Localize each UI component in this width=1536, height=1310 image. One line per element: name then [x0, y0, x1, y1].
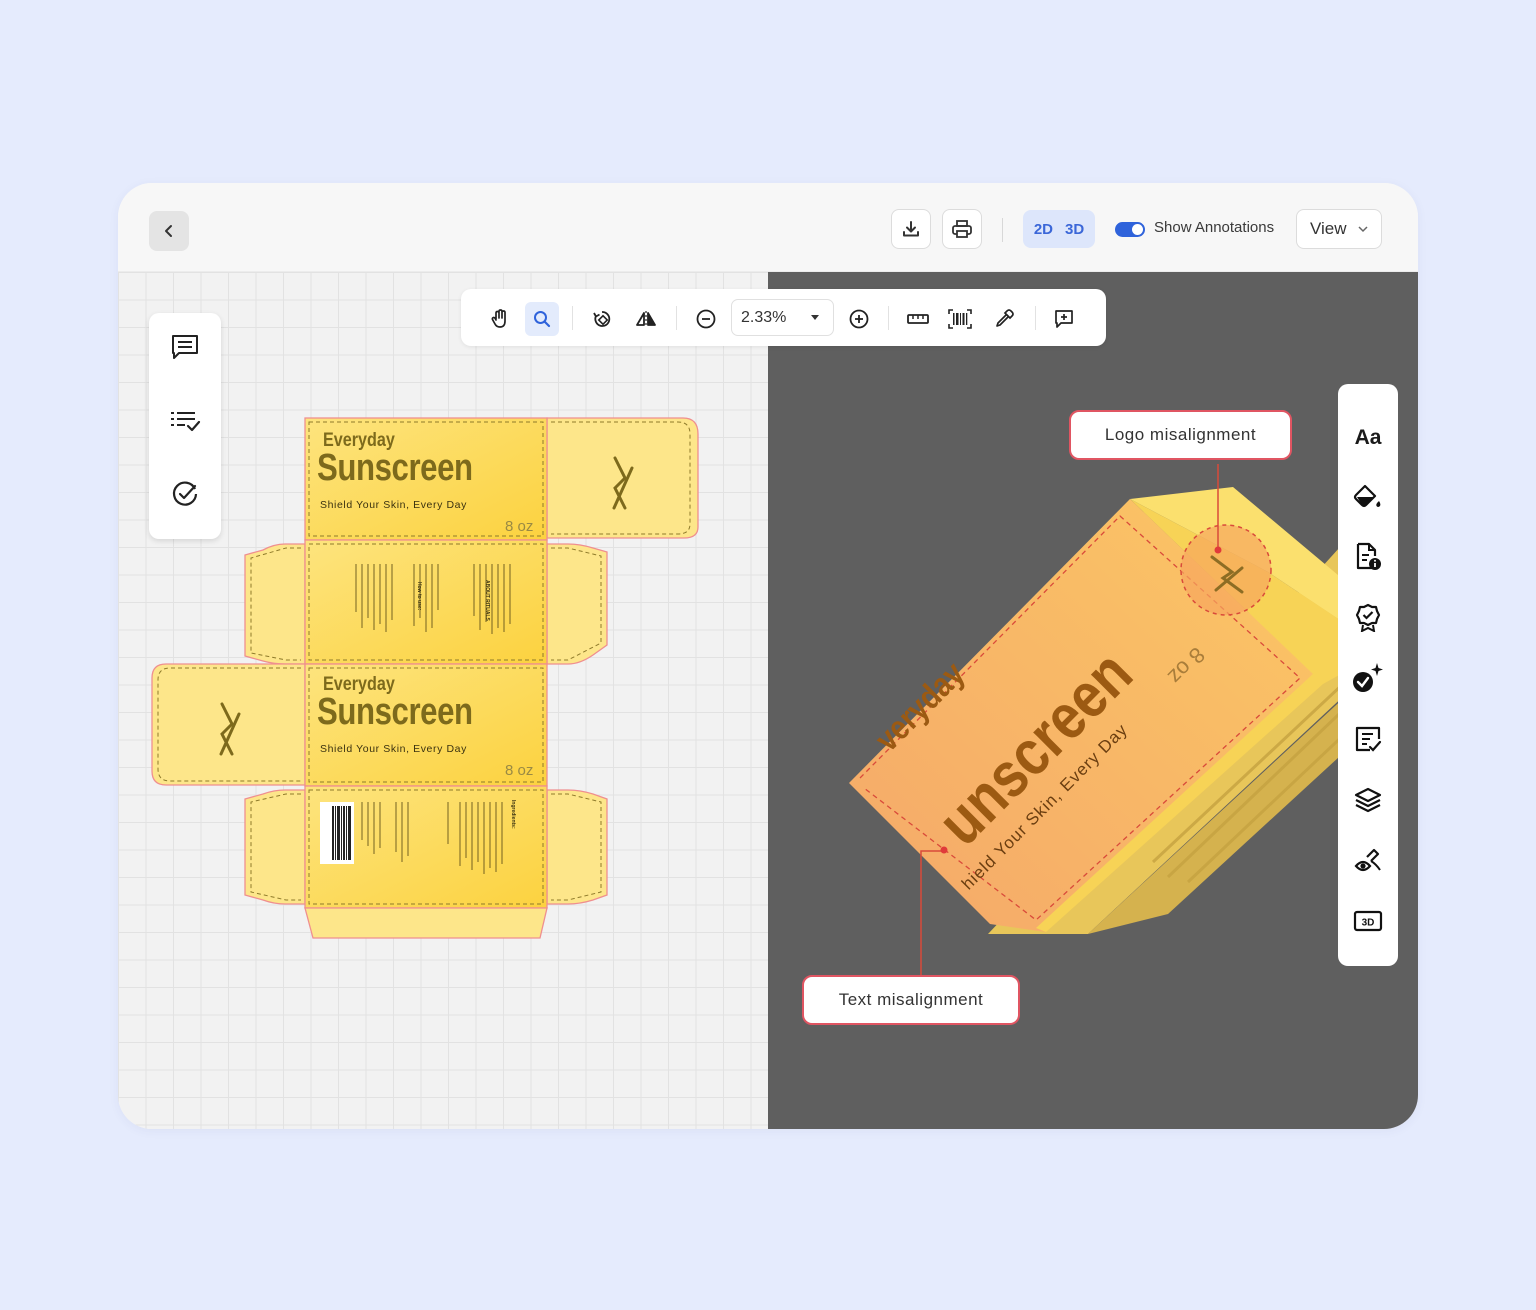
ruler-icon [907, 314, 929, 324]
rotate-icon [593, 311, 611, 327]
right-tool-panel: Aa 3D [1338, 384, 1398, 966]
barcode-scan-icon [948, 309, 972, 329]
pan-tool-button[interactable] [483, 302, 517, 336]
eye-pen-icon [1354, 848, 1381, 872]
comments-button[interactable] [167, 329, 203, 365]
document-info-icon [1356, 542, 1381, 570]
ai-check-button[interactable] [1350, 660, 1386, 696]
paint-bucket-icon [1353, 484, 1381, 508]
view-dropdown-label: View [1310, 219, 1347, 238]
dieline-size-front: 8 oz [505, 762, 534, 779]
text-misalignment-callout[interactable]: Text misalignment [802, 975, 1020, 1025]
download-button[interactable] [891, 209, 931, 249]
divider [572, 306, 573, 330]
divider [1035, 306, 1036, 330]
divider [888, 306, 889, 330]
checklist-icon [1355, 726, 1382, 752]
ingredients-heading: Ingredients: [510, 800, 516, 829]
view-3d-button[interactable]: 3D [1350, 903, 1386, 939]
dimension-toggle[interactable]: 2D 3D [1023, 210, 1095, 248]
svg-text:3D: 3D [1362, 918, 1375, 929]
canvas-toolbar: 2.33% [461, 289, 1106, 346]
zoom-out-button[interactable] [689, 302, 723, 336]
color-picker-button[interactable] [987, 302, 1021, 336]
comment-plus-icon [1055, 310, 1073, 328]
barcode [320, 802, 354, 864]
file-info-button[interactable] [1350, 539, 1386, 575]
dieline-brand-front-2: Sunscreen [317, 691, 473, 733]
caret-down-icon [811, 315, 819, 320]
dieline-size-top: 8 oz [505, 518, 534, 535]
view-dropdown[interactable]: View [1296, 209, 1382, 249]
dieline-brand-top-2: Sunscreen [317, 447, 473, 489]
fill-color-button[interactable] [1350, 479, 1386, 515]
plus-circle-icon [849, 309, 869, 329]
show-annotations-toggle[interactable] [1115, 222, 1145, 237]
zoom-level-value: 2.33% [741, 308, 787, 326]
callout-label: Text misalignment [838, 990, 984, 1009]
top-bar: 2D 3D Show Annotations View [118, 183, 1418, 272]
how-to-heading: How to use: [416, 582, 422, 611]
zoom-in-button[interactable] [842, 302, 876, 336]
print-button[interactable] [942, 209, 982, 249]
search-icon [534, 311, 551, 328]
typography-button[interactable]: Aa [1350, 420, 1386, 456]
text-icon: Aa [1354, 426, 1382, 449]
cube-3d-icon: 3D [1353, 910, 1383, 932]
printer-icon [952, 220, 972, 238]
callout-label: Logo misalignment [1104, 425, 1257, 444]
approve-button[interactable] [167, 476, 203, 512]
back-button[interactable] [149, 211, 189, 251]
flip-icon [636, 311, 656, 327]
dieline-tagline-front: Shield Your Skin, Every Day [320, 743, 467, 755]
minus-circle-icon [696, 309, 716, 329]
ruler-tool-button[interactable] [901, 302, 935, 336]
layers-button[interactable] [1350, 782, 1386, 818]
chevron-down-icon [1358, 226, 1368, 233]
editor-window: 2D 3D Show Annotations View Everyday Sun… [118, 183, 1418, 1129]
chevron-left-icon [165, 225, 172, 237]
zoom-tool-button[interactable] [525, 302, 559, 336]
divider [676, 306, 677, 330]
message-icon [172, 335, 198, 359]
mode-2d-button[interactable]: 2D [1034, 221, 1053, 238]
zoom-level-select[interactable]: 2.33% [731, 299, 834, 336]
divider [1002, 218, 1003, 242]
flip-tool-button[interactable] [629, 302, 663, 336]
preview-button[interactable] [1350, 843, 1386, 879]
award-icon [1355, 603, 1381, 632]
logo-misalignment-callout[interactable]: Logo misalignment [1069, 410, 1292, 460]
about-heading: ABOUT RITUALS [484, 580, 490, 621]
download-icon [903, 221, 919, 237]
layers-icon [1354, 787, 1382, 813]
list-check-icon [171, 412, 201, 432]
badge-button[interactable] [1350, 599, 1386, 635]
mode-3d-button[interactable]: 3D [1065, 221, 1084, 238]
left-tool-panel [149, 313, 221, 539]
checklist-button[interactable] [167, 403, 203, 439]
rotate-tool-button[interactable] [585, 302, 619, 336]
page-background: 2D 3D Show Annotations View Everyday Sun… [0, 0, 1536, 1310]
eyedropper-icon [996, 309, 1014, 327]
show-annotations-label: Show Annotations [1154, 219, 1275, 236]
hand-icon [491, 309, 506, 328]
review-list-button[interactable] [1350, 721, 1386, 757]
add-comment-button[interactable] [1047, 302, 1081, 336]
sparkle-check-icon [1353, 663, 1383, 692]
dieline-tagline-top: Shield Your Skin, Every Day [320, 499, 467, 511]
check-circle-icon [172, 481, 198, 506]
barcode-tool-button[interactable] [943, 302, 977, 336]
